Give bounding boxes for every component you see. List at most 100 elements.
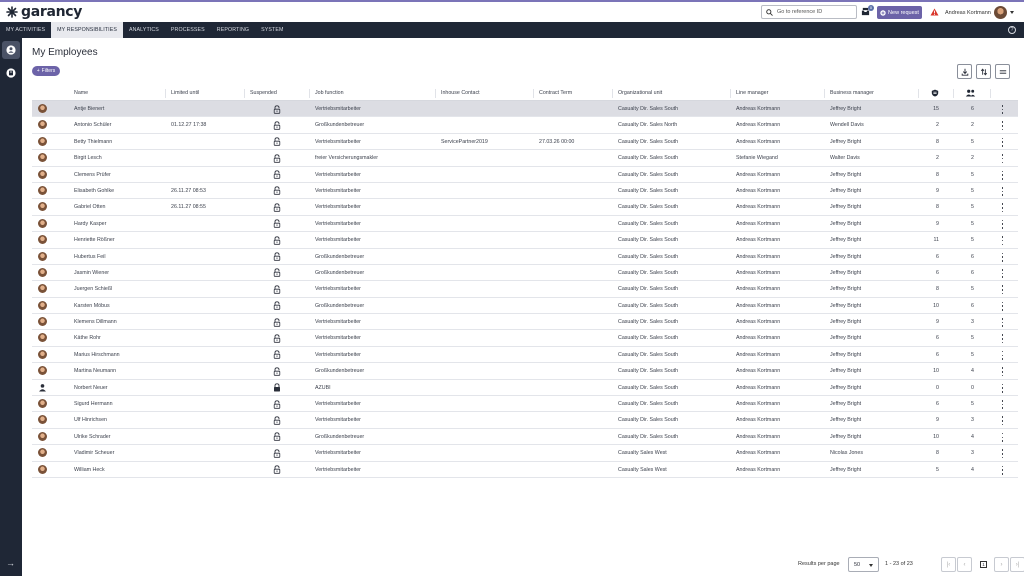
lock-open-icon[interactable]	[273, 350, 281, 361]
table-row[interactable]: Klemens Dillmann Vertriebsmitarbeiter Casu…	[32, 314, 1018, 331]
table-row[interactable]: Henriette Rößner Vertriebsmitarbeiter Casu…	[32, 232, 1018, 249]
row-actions-kebab-icon[interactable]	[1001, 301, 1004, 311]
lock-open-icon[interactable]	[273, 465, 281, 476]
lock-open-icon[interactable]	[273, 334, 281, 345]
row-actions-kebab-icon[interactable]	[1001, 334, 1004, 344]
table-row[interactable]: Betty Thielmann Vertriebsmitarbeiter Servi…	[32, 134, 1018, 151]
lock-open-icon[interactable]	[273, 268, 281, 279]
column-header-suspended[interactable]: Suspended	[250, 90, 277, 96]
inbox-button[interactable]: 0	[861, 5, 874, 17]
first-page-button[interactable]: |‹	[941, 557, 956, 572]
lock-open-icon[interactable]	[273, 219, 281, 230]
lock-open-icon[interactable]	[273, 285, 281, 296]
lock-open-icon[interactable]	[273, 170, 281, 181]
user-name[interactable]: Andreas Kortmann	[945, 10, 991, 16]
sidebar-roles-button[interactable]	[2, 64, 20, 82]
row-actions-kebab-icon[interactable]	[1001, 236, 1004, 246]
lock-closed-icon[interactable]	[273, 383, 281, 394]
sort-button[interactable]	[976, 64, 991, 79]
table-row[interactable]: Gabriel Otten 26.11.27 08:55 Vertriebsmita…	[32, 199, 1018, 216]
row-actions-kebab-icon[interactable]	[1001, 350, 1004, 360]
table-row[interactable]: William Heck Vertriebsmitarbeiter Casualty…	[32, 462, 1018, 478]
lock-open-icon[interactable]	[273, 317, 281, 329]
nav-tab-my-activities[interactable]: MY ACTIVITIES	[0, 22, 51, 38]
table-row[interactable]: Antje Bienert Vertriebsmitarbeiter Casualt…	[32, 101, 1018, 118]
row-actions-kebab-icon[interactable]	[1001, 203, 1004, 213]
table-row[interactable]: Birgit Lesch freier Versicherungsmakler Ca…	[32, 150, 1018, 167]
table-row[interactable]: Antonio Schüler 01.12.27 17:38 Großkundenb…	[32, 117, 1018, 134]
warning-icon[interactable]	[930, 8, 939, 16]
user-avatar[interactable]	[994, 6, 1007, 19]
expand-sidebar-arrow-icon[interactable]: →	[6, 558, 15, 568]
column-header-name[interactable]: Name	[74, 90, 88, 96]
row-actions-kebab-icon[interactable]	[1001, 383, 1004, 393]
row-actions-kebab-icon[interactable]	[1001, 318, 1004, 328]
reference-search[interactable]	[761, 5, 857, 19]
lock-open-icon[interactable]	[273, 367, 281, 378]
lock-open-icon[interactable]	[273, 104, 281, 116]
table-row[interactable]: Ulf Hinrichsen Vertriebsmitarbeiter Casual…	[32, 412, 1018, 429]
lock-open-icon[interactable]	[273, 252, 281, 263]
last-page-button[interactable]: ›|	[1010, 557, 1024, 572]
previous-page-button[interactable]: ‹	[957, 557, 972, 572]
row-actions-kebab-icon[interactable]	[1001, 186, 1004, 196]
row-actions-kebab-icon[interactable]	[1001, 121, 1004, 131]
table-row[interactable]: Martina Neumann Großkundenbetreuer Casualt…	[32, 363, 1018, 380]
nav-tab-system[interactable]: SYSTEM	[255, 22, 289, 38]
logo[interactable]: garancy	[6, 4, 82, 20]
column-settings-button[interactable]	[995, 64, 1010, 79]
table-row[interactable]: Hubertus Feil Großkundenbetreuer Casualty …	[32, 249, 1018, 265]
row-actions-kebab-icon[interactable]	[1001, 154, 1004, 164]
row-actions-kebab-icon[interactable]	[1001, 449, 1004, 459]
lock-open-icon[interactable]	[273, 399, 281, 411]
user-menu-chevron-icon[interactable]	[1010, 11, 1014, 14]
group-people-icon[interactable]	[965, 89, 976, 97]
row-actions-kebab-icon[interactable]	[1001, 268, 1004, 278]
row-actions-kebab-icon[interactable]	[1001, 432, 1004, 442]
download-button[interactable]	[957, 64, 972, 79]
nav-tab-analytics[interactable]: ANALYTICS	[123, 22, 165, 38]
column-header-limited-until[interactable]: Limited until	[171, 90, 199, 96]
sidebar-employees-button[interactable]	[2, 41, 20, 59]
row-actions-kebab-icon[interactable]	[1001, 367, 1004, 377]
nav-tab-my-responsibilities[interactable]: MY RESPONSIBILITIES	[51, 22, 123, 38]
column-header-organizational-unit[interactable]: Organizational unit	[618, 90, 662, 96]
filters-button[interactable]: + Filters	[32, 66, 60, 76]
column-header-contract-term[interactable]: Contract Term	[539, 90, 572, 96]
next-page-button[interactable]: ›	[994, 557, 1009, 572]
lock-open-icon[interactable]	[273, 186, 281, 197]
table-row[interactable]: Elisabeth Gohlke 26.11.27 08:53 Vertriebsm…	[32, 183, 1018, 200]
table-row[interactable]: Hardy Kasper Vertriebsmitarbeiter Casualty…	[32, 216, 1018, 233]
table-row[interactable]: Norbert Neuer AZUBI Casualty Dir. Sales So…	[32, 380, 1018, 397]
row-actions-kebab-icon[interactable]	[1001, 170, 1004, 180]
column-header-inhouse-contact[interactable]: Inhouse Contact	[441, 90, 480, 96]
table-row[interactable]: Käthe Rohr Vertriebsmitarbeiter Casualty D…	[32, 330, 1018, 347]
row-actions-kebab-icon[interactable]	[1001, 252, 1004, 262]
table-row[interactable]: Ulrike Schrader Großkundenbetreuer Casualt…	[32, 429, 1018, 446]
shield-roles-icon[interactable]	[931, 89, 939, 97]
row-actions-kebab-icon[interactable]	[1001, 400, 1004, 410]
row-actions-kebab-icon[interactable]	[1001, 285, 1004, 295]
reference-search-input[interactable]	[777, 9, 855, 15]
column-header-job-function[interactable]: Job function	[315, 90, 344, 96]
table-row[interactable]: Vladimir Scheuer Vertriebsmitarbeiter Casu…	[32, 445, 1018, 462]
table-row[interactable]: Juergen Schießl Vertriebsmitarbeiter Casua…	[32, 281, 1018, 298]
table-row[interactable]: Karsten Möbus Großkundenbetreuer Casualty …	[32, 298, 1018, 315]
row-actions-kebab-icon[interactable]	[1001, 416, 1004, 426]
results-per-page-select[interactable]: 50	[848, 557, 879, 572]
lock-open-icon[interactable]	[273, 301, 281, 312]
row-actions-kebab-icon[interactable]	[1001, 465, 1004, 475]
row-actions-kebab-icon[interactable]	[1001, 219, 1004, 229]
column-header-line-manager[interactable]: Line manager	[736, 90, 768, 96]
column-header-business-manager[interactable]: Business manager	[830, 90, 874, 96]
lock-open-icon[interactable]	[273, 137, 281, 148]
table-row[interactable]: Marius Hirschmann Vertriebsmitarbeiter Cas…	[32, 347, 1018, 364]
nav-tab-processes[interactable]: PROCESSES	[165, 22, 211, 38]
lock-open-icon[interactable]	[273, 154, 281, 165]
lock-open-icon[interactable]	[273, 235, 281, 247]
new-request-button[interactable]: New request	[877, 6, 922, 19]
lock-open-icon[interactable]	[273, 203, 281, 214]
lock-open-icon[interactable]	[273, 432, 281, 443]
table-row[interactable]: Sigurd Hermann Vertriebsmitarbeiter Casual…	[32, 396, 1018, 413]
row-actions-kebab-icon[interactable]	[1001, 137, 1004, 147]
